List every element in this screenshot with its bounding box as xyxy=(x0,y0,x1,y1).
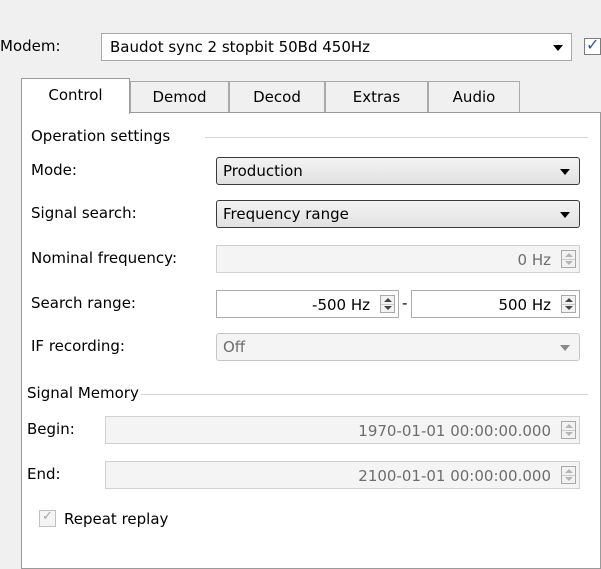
begin-datetime-spinbox[interactable]: 1970-01-01 00:00:00.000 xyxy=(105,416,580,444)
tab-decod[interactable]: Decod xyxy=(229,81,325,112)
signal-search-label: Signal search: xyxy=(31,204,137,222)
tab-control[interactable]: Control xyxy=(21,78,130,114)
chevron-down-icon xyxy=(560,345,570,351)
tab-audio-label: Audio xyxy=(452,88,496,106)
mode-select[interactable]: Production xyxy=(216,157,580,185)
end-label: End: xyxy=(27,465,61,483)
begin-datetime-value: 1970-01-01 00:00:00.000 xyxy=(358,422,551,440)
modem-label: Modem: xyxy=(0,37,61,55)
end-datetime-value: 2100-01-01 00:00:00.000 xyxy=(358,467,551,485)
chevron-down-icon xyxy=(553,45,563,51)
chevron-down-icon xyxy=(560,212,570,218)
spinner-icon[interactable] xyxy=(561,466,576,484)
tab-decod-label: Decod xyxy=(253,88,301,106)
spinner-icon[interactable] xyxy=(380,295,395,313)
modem-select[interactable]: Baudot sync 2 stopbit 50Bd 450Hz xyxy=(101,33,572,61)
group-divider xyxy=(141,394,588,395)
spinner-icon[interactable] xyxy=(561,421,576,439)
if-recording-label: IF recording: xyxy=(31,337,125,355)
search-range-from-value: -500 Hz xyxy=(312,296,370,314)
spinner-icon[interactable] xyxy=(561,295,576,313)
search-range-to-spinbox[interactable]: 500 Hz xyxy=(411,290,580,318)
if-recording-value: Off xyxy=(223,338,246,356)
end-datetime-spinbox[interactable]: 2100-01-01 00:00:00.000 xyxy=(105,461,580,489)
group-divider xyxy=(205,137,588,138)
operation-settings-title: Operation settings xyxy=(31,127,171,145)
check-icon: ✓ xyxy=(586,35,600,54)
mode-select-value: Production xyxy=(223,162,303,180)
search-range-separator: - xyxy=(402,294,408,312)
nominal-frequency-label: Nominal frequency: xyxy=(31,249,178,267)
tab-audio[interactable]: Audio xyxy=(428,81,520,112)
nominal-frequency-spinbox[interactable]: 0 Hz xyxy=(216,245,580,273)
signal-memory-title: Signal Memory xyxy=(27,384,139,402)
repeat-replay-label: Repeat replay xyxy=(64,510,169,528)
tab-control-label: Control xyxy=(48,86,103,104)
search-range-label: Search range: xyxy=(31,294,136,312)
spinner-icon[interactable] xyxy=(561,250,576,268)
modem-select-value: Baudot sync 2 stopbit 50Bd 450Hz xyxy=(110,38,371,56)
if-recording-select[interactable]: Off xyxy=(216,333,580,361)
repeat-replay-checkbox[interactable]: ✓ xyxy=(39,509,56,527)
tab-extras-label: Extras xyxy=(352,88,401,106)
tab-demod[interactable]: Demod xyxy=(130,81,229,112)
tab-extras[interactable]: Extras xyxy=(325,81,428,112)
nominal-frequency-value: 0 Hz xyxy=(517,251,551,269)
search-range-to-value: 500 Hz xyxy=(498,296,551,314)
search-range-from-spinbox[interactable]: -500 Hz xyxy=(216,290,399,318)
check-icon: ✓ xyxy=(42,509,53,524)
tab-demod-label: Demod xyxy=(152,88,207,106)
modem-enable-checkbox[interactable]: ✓ xyxy=(584,35,601,55)
mode-label: Mode: xyxy=(31,161,77,179)
chevron-down-icon xyxy=(560,169,570,175)
signal-search-value: Frequency range xyxy=(223,205,349,223)
begin-label: Begin: xyxy=(27,420,75,438)
signal-search-select[interactable]: Frequency range xyxy=(216,200,580,228)
